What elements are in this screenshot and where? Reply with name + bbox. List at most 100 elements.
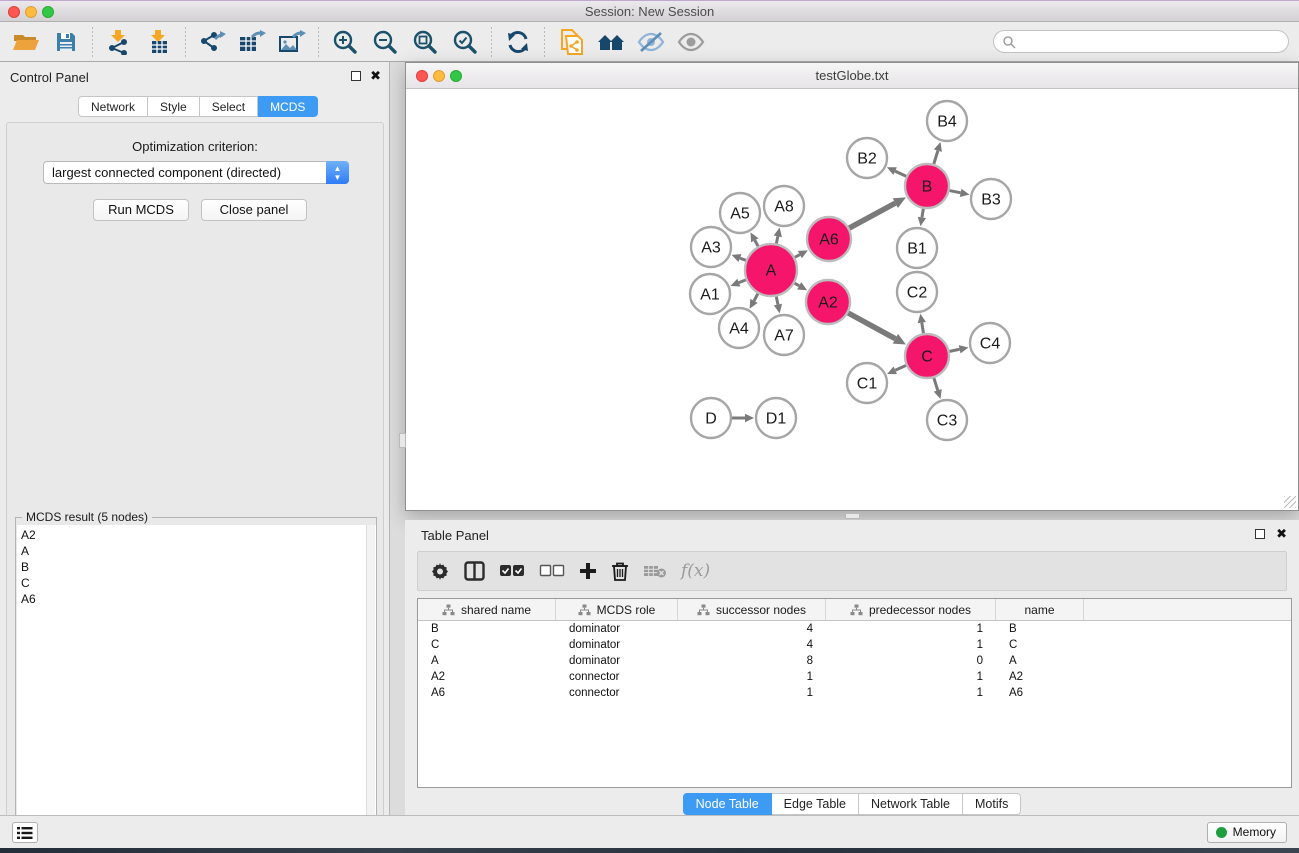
table-cell[interactable]: B — [418, 621, 556, 637]
table-cell[interactable]: 1 — [826, 637, 996, 653]
close-panel-icon[interactable]: ✖ — [370, 68, 381, 84]
add-column-icon[interactable] — [579, 558, 597, 584]
graph-node-C3[interactable]: C3 — [927, 400, 967, 440]
mcds-result-item[interactable]: A6 — [21, 591, 376, 607]
table-cell[interactable]: 1 — [826, 685, 996, 701]
tab-mcds[interactable]: MCDS — [258, 96, 318, 117]
graph-node-A3[interactable]: A3 — [691, 227, 731, 267]
open-session-file-icon[interactable] — [551, 26, 591, 58]
table-cell[interactable]: B — [996, 621, 1084, 637]
table-tab-node-table[interactable]: Node Table — [683, 793, 772, 815]
search-field[interactable] — [993, 30, 1289, 53]
table-tab-network-table[interactable]: Network Table — [859, 793, 963, 815]
table-cell[interactable]: C — [996, 637, 1084, 653]
mcds-result-item[interactable]: A2 — [21, 527, 376, 543]
window-resize-grip[interactable] — [1284, 496, 1296, 508]
table-cell[interactable]: connector — [556, 685, 678, 701]
zoom-in-icon[interactable] — [325, 26, 365, 58]
float-panel-icon[interactable] — [351, 71, 361, 81]
export-table-icon[interactable] — [232, 26, 272, 58]
save-session-icon[interactable] — [46, 26, 86, 58]
graph-node-A2[interactable]: A2 — [806, 280, 850, 324]
column-header-successor-nodes[interactable]: successor nodes — [678, 599, 826, 620]
close-panel-button[interactable]: Close panel — [201, 199, 307, 221]
graph-node-D1[interactable]: D1 — [756, 398, 796, 438]
table-cell[interactable]: A2 — [996, 669, 1084, 685]
table-cell[interactable]: 0 — [826, 653, 996, 669]
graph-node-A4[interactable]: A4 — [719, 308, 759, 348]
graph-node-B[interactable]: B — [905, 164, 949, 208]
settings-gear-icon[interactable] — [430, 558, 450, 584]
network-window-titlebar[interactable]: testGlobe.txt — [406, 63, 1298, 89]
table-cell[interactable]: 4 — [678, 621, 826, 637]
deselect-all-checks-icon[interactable] — [539, 558, 565, 584]
table-tab-motifs[interactable]: Motifs — [963, 793, 1021, 815]
column-header-MCDS-role[interactable]: MCDS role — [556, 599, 678, 620]
table-cell[interactable]: C — [418, 637, 556, 653]
table-cell[interactable]: A6 — [418, 685, 556, 701]
table-row[interactable]: Adominator80A — [418, 653, 1291, 669]
table-cell[interactable]: A6 — [996, 685, 1084, 701]
table-close-panel-icon[interactable]: ✖ — [1276, 526, 1287, 542]
criterion-dropdown[interactable]: largest connected component (directed) ▲… — [43, 161, 349, 184]
table-row[interactable]: Bdominator41B — [418, 621, 1291, 637]
apply-layout-icon[interactable] — [498, 26, 538, 58]
table-cell[interactable]: A — [996, 653, 1084, 669]
show-selected-icon[interactable] — [671, 26, 711, 58]
zoom-out-icon[interactable] — [365, 26, 405, 58]
graph-node-B3[interactable]: B3 — [971, 179, 1011, 219]
table-cell[interactable]: A2 — [418, 669, 556, 685]
tab-select[interactable]: Select — [200, 96, 258, 117]
mcds-result-item[interactable]: B — [21, 559, 376, 575]
graph-node-B2[interactable]: B2 — [847, 138, 887, 178]
table-cell[interactable]: 1 — [826, 621, 996, 637]
graph-node-D[interactable]: D — [691, 398, 731, 438]
table-cell[interactable]: dominator — [556, 653, 678, 669]
graph-node-A1[interactable]: A1 — [690, 274, 730, 314]
network-canvas[interactable]: B4 B2 B B3 A5A8A6 A3 A A1 A2 B1C2 A4A7 C C4 C1 C3 D D1 — [406, 89, 1298, 510]
hide-selected-icon[interactable] — [631, 26, 671, 58]
search-input[interactable] — [1016, 35, 1288, 49]
table-cell[interactable]: 8 — [678, 653, 826, 669]
table-cell[interactable]: dominator — [556, 621, 678, 637]
table-float-panel-icon[interactable] — [1255, 529, 1265, 539]
graph-node-C1[interactable]: C1 — [847, 363, 887, 403]
table-cell[interactable]: dominator — [556, 637, 678, 653]
tab-style[interactable]: Style — [148, 96, 200, 117]
mcds-result-item[interactable]: A — [21, 543, 376, 559]
import-table-icon[interactable] — [139, 26, 179, 58]
network-vertical-scroll-thumb[interactable] — [399, 433, 406, 448]
mcds-result-scrollbar[interactable] — [366, 525, 375, 853]
table-tab-edge-table[interactable]: Edge Table — [772, 793, 859, 815]
export-image-icon[interactable] — [272, 26, 312, 58]
table-cell[interactable]: A — [418, 653, 556, 669]
select-all-checks-icon[interactable] — [499, 558, 525, 584]
graph-node-A8[interactable]: A8 — [764, 186, 804, 226]
graph-node-A5[interactable]: A5 — [720, 193, 760, 233]
tab-network[interactable]: Network — [78, 96, 148, 117]
table-row[interactable]: A6connector11A6 — [418, 685, 1291, 701]
task-history-button[interactable] — [12, 822, 38, 843]
zoom-selected-icon[interactable] — [445, 26, 485, 58]
network-horizontal-scroll-thumb[interactable] — [845, 513, 860, 519]
import-network-icon[interactable] — [99, 26, 139, 58]
column-header-name[interactable]: name — [996, 599, 1084, 620]
table-cell[interactable]: 1 — [678, 685, 826, 701]
graph-node-B4[interactable]: B4 — [927, 101, 967, 141]
memory-button[interactable]: Memory — [1207, 822, 1287, 843]
column-header-shared-name[interactable]: shared name — [418, 599, 556, 620]
graph-node-C4[interactable]: C4 — [970, 323, 1010, 363]
table-row[interactable]: A2connector11A2 — [418, 669, 1291, 685]
table-cell[interactable]: 1 — [826, 669, 996, 685]
delete-column-icon[interactable] — [611, 558, 629, 584]
graph-node-A7[interactable]: A7 — [764, 315, 804, 355]
graph-node-C2[interactable]: C2 — [897, 272, 937, 312]
graph-node-B1[interactable]: B1 — [897, 228, 937, 268]
graph-node-A[interactable]: A — [745, 244, 797, 296]
column-header-predecessor-nodes[interactable]: predecessor nodes — [826, 599, 996, 620]
graph-node-A6[interactable]: A6 — [807, 217, 851, 261]
run-mcds-button[interactable]: Run MCDS — [93, 199, 189, 221]
graph-node-C[interactable]: C — [905, 334, 949, 378]
show-all-icon[interactable] — [591, 26, 631, 58]
table-cell[interactable]: 1 — [678, 669, 826, 685]
